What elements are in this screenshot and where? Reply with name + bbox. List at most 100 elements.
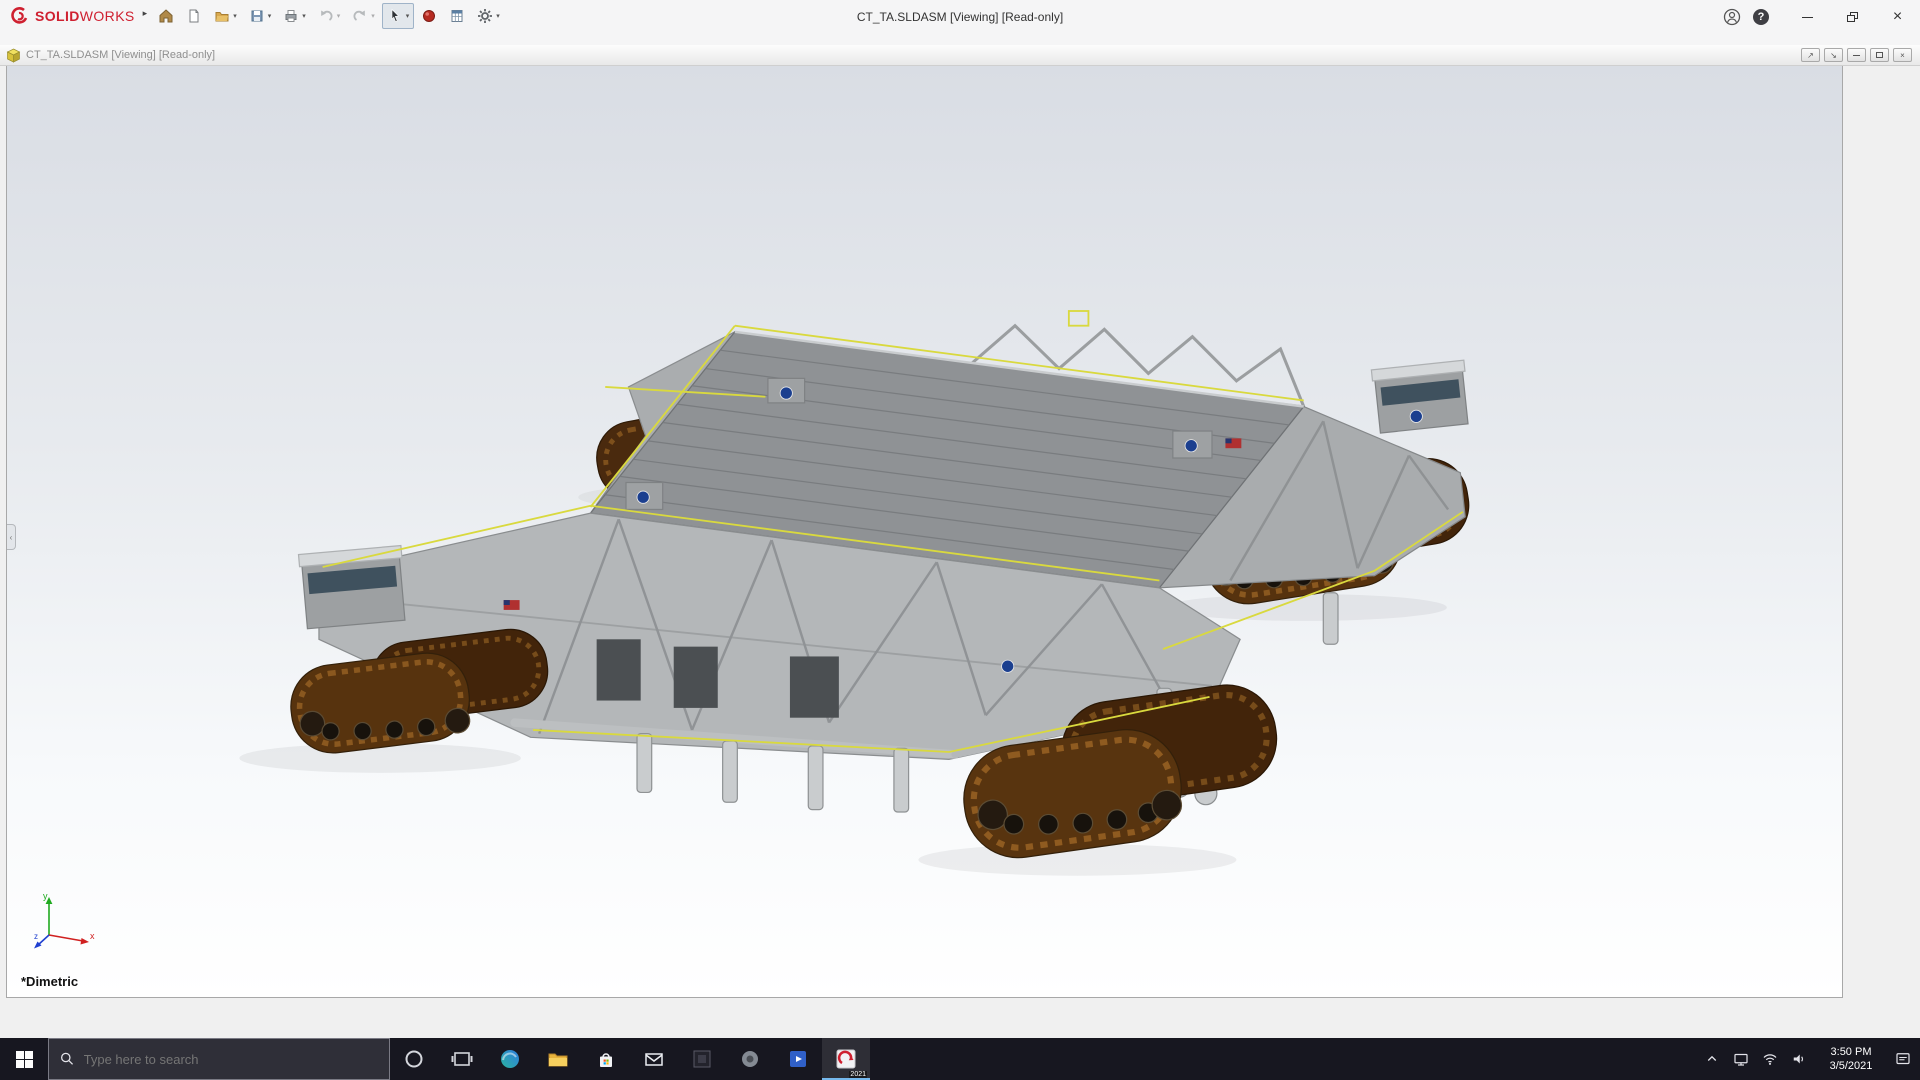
triad-z-label: z (34, 932, 38, 941)
undo-button[interactable]: ▾ (313, 3, 346, 29)
photos-icon (690, 1047, 714, 1071)
doc-minimize-icon (1853, 55, 1860, 56)
start-button[interactable] (0, 1038, 48, 1080)
file-explorer-icon (546, 1047, 570, 1071)
solidworks-brand: SOLIDWORKS (0, 0, 135, 26)
open-button[interactable]: ▾ (209, 3, 242, 29)
redo-icon (352, 8, 368, 24)
panel-collapse-arrow[interactable]: ‹ (7, 524, 16, 550)
model-track-front-left-inner (286, 648, 474, 757)
taskbar-movies-tv-button[interactable] (774, 1038, 822, 1080)
taskbar-store-button[interactable] (582, 1038, 630, 1080)
restore-icon (1847, 12, 1859, 23)
taskbar-file-explorer-button[interactable] (534, 1038, 582, 1080)
window-title: CT_TA.SLDASM [Viewing] [Read-only] (857, 10, 1063, 24)
view-orientation-label: *Dimetric (21, 974, 78, 989)
windows-logo-icon (16, 1051, 33, 1068)
open-icon (214, 8, 230, 24)
account-icon[interactable] (1723, 8, 1741, 26)
help-icon[interactable]: ? (1753, 9, 1769, 25)
reference-triad[interactable]: y x z (33, 889, 97, 951)
taskbar-photos-button[interactable] (678, 1038, 726, 1080)
close-button[interactable]: × (1875, 1, 1920, 33)
clock-date: 3/5/2021 (1819, 1059, 1883, 1073)
solidworks-icon (834, 1047, 858, 1071)
save-icon (249, 8, 265, 24)
3ds-logo-icon (10, 6, 30, 26)
taskbar-media-player-button[interactable] (726, 1038, 774, 1080)
edge-icon (498, 1047, 522, 1071)
minimize-button[interactable] (1785, 1, 1830, 33)
options-button[interactable]: ▾ (472, 3, 505, 29)
action-center-icon[interactable] (1894, 1050, 1912, 1068)
task-view-icon (450, 1047, 474, 1071)
save-dropdown-icon[interactable]: ▾ (268, 12, 272, 20)
minimize-icon (1802, 17, 1813, 18)
close-icon: × (1893, 9, 1902, 25)
new-document-icon (186, 8, 202, 24)
doc-close-button[interactable]: × (1893, 48, 1912, 62)
save-button[interactable]: ▾ (244, 3, 277, 29)
search-input[interactable] (84, 1052, 379, 1067)
quick-access-toolbar: ▾ ▾ ▾ ▾ (153, 0, 505, 29)
display-icon[interactable] (1732, 1050, 1750, 1068)
appearance-button[interactable] (416, 3, 442, 29)
volume-icon[interactable] (1790, 1050, 1808, 1068)
solidworks-version-badge: 2021 (849, 1071, 867, 1078)
brand-text: SOLIDWORKS (35, 8, 135, 24)
design-table-button[interactable] (444, 3, 470, 29)
cortana-icon (402, 1047, 426, 1071)
hidden-icons-chevron-icon[interactable] (1703, 1050, 1721, 1068)
taskbar-clock[interactable]: 3:50 PM 3/5/2021 (1819, 1045, 1883, 1073)
print-button[interactable]: ▾ (278, 3, 311, 29)
redo-dropdown-icon[interactable]: ▾ (371, 12, 375, 20)
taskbar-mail-button[interactable] (630, 1038, 678, 1080)
doc-restore-icon (1876, 52, 1883, 58)
window-controls: ? × (1723, 0, 1920, 34)
doc-pop-out-button[interactable]: ↗ (1801, 48, 1820, 62)
select-dropdown-icon[interactable]: ▾ (406, 12, 410, 20)
graphics-viewport[interactable]: ‹ y x z *Dimetric (6, 66, 1843, 998)
redo-button[interactable]: ▾ (347, 3, 380, 29)
taskbar-edge-button[interactable] (486, 1038, 534, 1080)
document-window-controls: ↗ ↘ × (1801, 48, 1912, 62)
media-player-icon (738, 1047, 762, 1071)
select-cursor-icon (387, 8, 403, 24)
system-tray: 3:50 PM 3/5/2021 (1703, 1038, 1920, 1080)
select-tool-button[interactable]: ▾ (382, 3, 415, 29)
crawler-transporter-model (7, 66, 1842, 997)
model-cab-right (1371, 360, 1470, 433)
options-gear-icon (477, 8, 493, 24)
taskbar-cortana-button[interactable] (390, 1038, 438, 1080)
print-icon (283, 8, 299, 24)
toolbar-expand-icon[interactable]: ▸ (143, 8, 148, 19)
appearance-icon (421, 8, 437, 24)
home-icon (158, 8, 174, 24)
windows-taskbar: 2021 3:50 PM 3/5/2021 (0, 1038, 1920, 1080)
doc-restore-button[interactable] (1870, 48, 1889, 62)
triad-y-label: y (43, 891, 48, 901)
taskbar-solidworks-button[interactable]: 2021 (822, 1038, 870, 1080)
app-titlebar: SOLIDWORKS ▸ ▾ ▾ (0, 0, 1920, 45)
document-titlebar: CT_TA.SLDASM [Viewing] [Read-only] ↗ ↘ × (0, 45, 1920, 66)
taskbar-search[interactable] (48, 1038, 390, 1080)
options-dropdown-icon[interactable]: ▾ (496, 12, 500, 20)
network-icon[interactable] (1761, 1050, 1779, 1068)
store-icon (594, 1047, 618, 1071)
taskbar-task-view-button[interactable] (438, 1038, 486, 1080)
undo-dropdown-icon[interactable]: ▾ (337, 12, 341, 20)
search-icon (59, 1050, 76, 1068)
restore-button[interactable] (1830, 1, 1875, 33)
open-dropdown-icon[interactable]: ▾ (233, 12, 237, 20)
triad-x-label: x (90, 931, 95, 941)
print-dropdown-icon[interactable]: ▾ (302, 12, 306, 20)
assembly-document-icon (6, 48, 21, 63)
doc-pop-in-button[interactable]: ↘ (1824, 48, 1843, 62)
doc-minimize-button[interactable] (1847, 48, 1866, 62)
design-table-icon (449, 8, 465, 24)
clock-time: 3:50 PM (1819, 1045, 1883, 1059)
new-document-button[interactable] (181, 3, 207, 29)
model-cab-left (299, 546, 408, 629)
home-button[interactable] (153, 3, 179, 29)
mail-icon (642, 1047, 666, 1071)
